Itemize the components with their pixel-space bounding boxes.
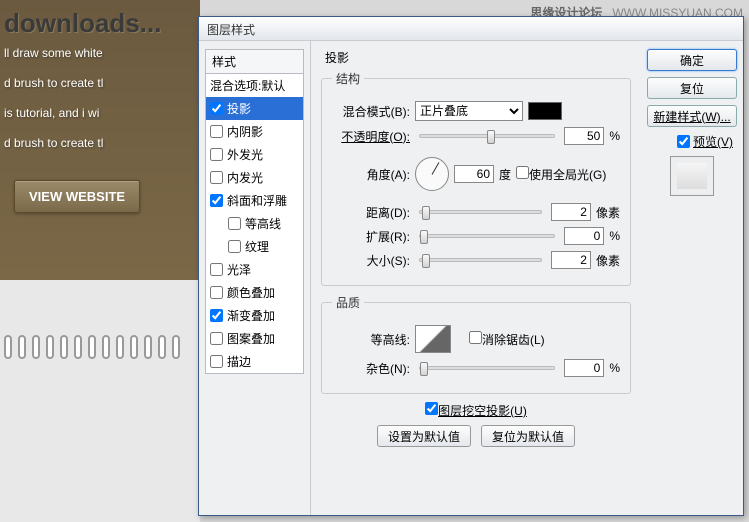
style-label: 等高线	[245, 215, 281, 232]
bg-line: d brush to create tl	[4, 68, 196, 98]
style-row[interactable]: 混合选项:默认	[206, 74, 303, 97]
structure-legend: 结构	[332, 70, 364, 87]
quality-group: 品质 等高线: 消除锯齿(L) 杂色(N): %	[321, 294, 631, 394]
view-website-button[interactable]: VIEW WEBSITE	[14, 180, 140, 213]
shadow-color-swatch[interactable]	[528, 102, 562, 120]
opacity-slider[interactable]	[419, 134, 555, 138]
noise-unit: %	[609, 361, 620, 375]
blend-mode-select[interactable]: 正片叠底	[415, 101, 523, 121]
style-label: 描边	[227, 353, 251, 370]
size-input[interactable]	[551, 251, 591, 269]
styles-column: 样式 混合选项:默认投影内阴影外发光内发光斜面和浮雕等高线纹理光泽颜色叠加渐变叠…	[199, 41, 311, 515]
antialias-checkbox[interactable]: 消除锯齿(L)	[469, 331, 545, 348]
action-column: 确定 复位 新建样式(W)... 预览(V)	[641, 41, 743, 515]
style-checkbox[interactable]	[210, 102, 223, 115]
noise-input[interactable]	[564, 359, 604, 377]
style-label: 投影	[227, 100, 251, 117]
style-checkbox[interactable]	[210, 286, 223, 299]
bg-heading: downloads...	[4, 8, 196, 38]
spread-slider[interactable]	[419, 234, 555, 238]
style-row[interactable]: 渐变叠加	[206, 304, 303, 327]
style-checkbox[interactable]	[210, 309, 223, 322]
style-checkbox[interactable]	[210, 263, 223, 276]
style-label: 内发光	[227, 169, 263, 186]
distance-label: 距离(D):	[332, 204, 410, 221]
distance-slider[interactable]	[419, 210, 542, 214]
blend-mode-label: 混合模式(B):	[332, 103, 410, 120]
size-slider[interactable]	[419, 258, 542, 262]
opacity-unit: %	[609, 129, 620, 143]
bg-line: is tutorial, and i wi	[4, 98, 196, 128]
distance-unit: 像素	[596, 204, 620, 221]
style-row[interactable]: 光泽	[206, 258, 303, 281]
style-checkbox[interactable]	[210, 125, 223, 138]
contour-picker[interactable]	[415, 325, 451, 353]
style-checkbox[interactable]	[228, 217, 241, 230]
style-label: 渐变叠加	[227, 307, 275, 324]
angle-dial[interactable]	[415, 157, 449, 191]
reset-default-button[interactable]: 复位为默认值	[481, 425, 575, 447]
new-style-button[interactable]: 新建样式(W)...	[647, 105, 737, 127]
style-row[interactable]: 斜面和浮雕	[206, 189, 303, 212]
style-label: 颜色叠加	[227, 284, 275, 301]
style-row[interactable]: 描边	[206, 350, 303, 373]
dialog-titlebar[interactable]: 图层样式	[199, 17, 743, 41]
options-column: 投影 结构 混合模式(B): 正片叠底 不透明度(O): % 角度(A):	[311, 41, 641, 515]
style-label: 混合选项:默认	[210, 77, 285, 94]
bg-line: d brush to create tl	[4, 128, 196, 158]
size-label: 大小(S):	[332, 252, 410, 269]
spread-unit: %	[609, 229, 620, 243]
ok-button[interactable]: 确定	[647, 49, 737, 71]
opacity-label: 不透明度(O):	[332, 128, 410, 145]
layer-style-dialog: 图层样式 样式 混合选项:默认投影内阴影外发光内发光斜面和浮雕等高线纹理光泽颜色…	[198, 16, 744, 516]
style-label: 图案叠加	[227, 330, 275, 347]
style-checkbox[interactable]	[210, 194, 223, 207]
style-row[interactable]: 图案叠加	[206, 327, 303, 350]
distance-input[interactable]	[551, 203, 591, 221]
preview-checkbox[interactable]: 预览(V)	[647, 133, 733, 150]
styles-header: 样式	[206, 50, 303, 74]
style-row[interactable]: 外发光	[206, 143, 303, 166]
style-checkbox[interactable]	[210, 332, 223, 345]
knockout-checkbox[interactable]: 图层挖空投影(U)	[425, 402, 527, 419]
size-unit: 像素	[596, 252, 620, 269]
angle-input[interactable]	[454, 165, 494, 183]
style-label: 内阴影	[227, 123, 263, 140]
style-checkbox[interactable]	[228, 240, 241, 253]
quality-legend: 品质	[332, 294, 364, 311]
style-label: 外发光	[227, 146, 263, 163]
style-row[interactable]: 纹理	[206, 235, 303, 258]
style-row[interactable]: 颜色叠加	[206, 281, 303, 304]
style-row[interactable]: 内阴影	[206, 120, 303, 143]
style-checkbox[interactable]	[210, 148, 223, 161]
background-panel: downloads... ll draw some white d brush …	[0, 0, 200, 522]
contour-label: 等高线:	[332, 331, 410, 348]
spread-label: 扩展(R):	[332, 228, 410, 245]
style-row[interactable]: 投影	[206, 97, 303, 120]
spiral-binding	[0, 335, 200, 365]
style-label: 光泽	[227, 261, 251, 278]
noise-label: 杂色(N):	[332, 360, 410, 377]
cancel-button[interactable]: 复位	[647, 77, 737, 99]
style-checkbox[interactable]	[210, 171, 223, 184]
angle-unit: 度	[499, 166, 511, 183]
style-label: 纹理	[245, 238, 269, 255]
structure-group: 结构 混合模式(B): 正片叠底 不透明度(O): % 角度(A): 度	[321, 70, 631, 286]
preview-swatch	[670, 156, 714, 196]
angle-label: 角度(A):	[332, 166, 410, 183]
spread-input[interactable]	[564, 227, 604, 245]
style-row[interactable]: 内发光	[206, 166, 303, 189]
bg-line: ll draw some white	[4, 38, 196, 68]
set-default-button[interactable]: 设置为默认值	[377, 425, 471, 447]
noise-slider[interactable]	[419, 366, 555, 370]
opacity-input[interactable]	[564, 127, 604, 145]
style-row[interactable]: 等高线	[206, 212, 303, 235]
global-light-checkbox[interactable]: 使用全局光(G)	[516, 166, 606, 183]
style-label: 斜面和浮雕	[227, 192, 287, 209]
style-checkbox[interactable]	[210, 355, 223, 368]
section-title: 投影	[325, 49, 631, 66]
